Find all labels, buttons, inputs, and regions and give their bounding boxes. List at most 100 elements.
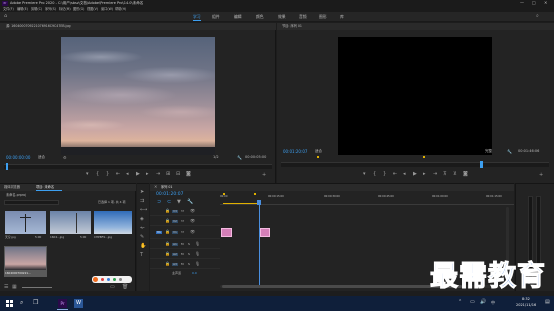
timeline-timecode[interactable]: 00:01:20:07 <box>156 192 183 198</box>
clock-date[interactable]: 2021/11/16 <box>516 303 536 308</box>
pen-icon[interactable]: ✎ <box>140 235 144 240</box>
play-icon[interactable]: ▶ <box>136 172 140 177</box>
ime-lang[interactable]: 中 <box>491 301 495 305</box>
source-patch-label[interactable]: V1 <box>156 231 162 234</box>
type-icon[interactable]: T <box>140 253 143 258</box>
lock-icon[interactable]: 🔒 <box>165 209 170 213</box>
hand-icon[interactable]: ✋ <box>140 244 146 249</box>
ripple-edit-icon[interactable]: ⟷ <box>140 208 147 213</box>
program-mark-out-icon[interactable]: { <box>373 172 376 177</box>
menu-help[interactable]: 帮助(H) <box>115 7 126 11</box>
mute-button[interactable]: M <box>181 263 184 266</box>
project-item-4-selected[interactable]: 1604000709221... <box>4 246 47 277</box>
project-search-input[interactable] <box>4 200 59 205</box>
workspace-tab-graphics[interactable]: 图形 <box>319 15 327 19</box>
minimize-button[interactable]: — <box>520 1 524 5</box>
linked-icon[interactable]: ⊂ <box>167 200 171 205</box>
go-to-out-icon[interactable]: ⇥ <box>156 172 160 177</box>
clip-v1-1[interactable] <box>221 228 232 237</box>
timeline-wrench-icon[interactable]: 🔧 <box>187 200 193 205</box>
program-camera-icon[interactable]: ◙ <box>463 172 468 177</box>
sync-icon[interactable]: ⇔ <box>181 219 184 223</box>
lock-icon[interactable]: 🔒 <box>165 262 170 266</box>
ime-toolbar[interactable] <box>92 276 132 283</box>
program-add-button-icon[interactable]: + <box>539 173 543 178</box>
overwrite-icon[interactable]: ⊟ <box>176 172 180 177</box>
eye-icon[interactable]: 👁 <box>190 209 195 213</box>
mute-button[interactable]: M <box>181 243 184 246</box>
solo-button[interactable]: S <box>188 263 190 266</box>
program-playhead[interactable] <box>480 161 483 168</box>
icon-view-icon[interactable]: ▦ <box>12 285 17 290</box>
source-add-button-icon[interactable]: + <box>262 173 266 178</box>
step-back-icon[interactable]: ⇤ <box>116 172 120 177</box>
lock-icon[interactable]: 🔒 <box>165 230 170 234</box>
program-step-back-icon[interactable]: ⇤ <box>393 172 397 177</box>
track-label[interactable]: V2 <box>172 220 178 223</box>
lock-icon[interactable]: 🔒 <box>165 252 170 256</box>
source-scrub-bar[interactable] <box>4 164 272 169</box>
project-item-2[interactable]: 1604...jpg 5:00 <box>50 211 91 241</box>
source-fit-select[interactable]: 适合 <box>38 155 45 160</box>
source-timecode[interactable]: 00:00:00:00 <box>6 156 30 160</box>
lift-icon[interactable]: ⊼ <box>443 172 447 177</box>
razor-icon[interactable]: ◈ <box>140 217 144 222</box>
search-taskbar-icon[interactable]: ⌕ <box>20 300 23 306</box>
solo-button[interactable]: S <box>188 253 190 256</box>
mic-icon[interactable]: 🎙 <box>195 262 200 266</box>
track-label[interactable]: A1 <box>172 243 178 246</box>
workspace-tab-assembly[interactable]: 组件 <box>212 15 220 19</box>
settings-icon[interactable]: ⚙ <box>63 156 67 160</box>
list-view-icon[interactable]: ☰ <box>4 285 8 290</box>
track-select-icon[interactable]: ⇉ <box>140 199 144 204</box>
program-title[interactable]: 节目: 序列 01 <box>282 24 302 28</box>
search-icon[interactable]: ⌕ <box>536 14 539 19</box>
sync-icon[interactable]: ⇔ <box>181 230 184 234</box>
project-item-1[interactable]: 天空.jpg 5:00 <box>5 211 46 241</box>
workspace-tab-learn[interactable]: 学习 <box>193 15 201 19</box>
go-to-in-icon[interactable]: } <box>106 172 109 177</box>
mark-in-icon[interactable]: ▾ <box>86 172 89 177</box>
workspace-tab-effects[interactable]: 效果 <box>278 15 286 19</box>
menu-graphics[interactable]: 图形(G) <box>73 7 84 11</box>
slip-icon[interactable]: ⟛ <box>140 226 145 231</box>
track-label[interactable]: V1 <box>172 231 178 234</box>
mic-icon[interactable]: 🎙 <box>195 242 200 246</box>
sequence-tab[interactable]: 序列 01 <box>161 185 172 189</box>
insert-icon[interactable]: ⊞ <box>166 172 170 177</box>
work-area-bar[interactable] <box>223 203 258 204</box>
clock-time[interactable]: 8:32 <box>522 297 530 302</box>
mute-button[interactable]: M <box>181 253 184 256</box>
track-label[interactable]: A3 <box>172 263 178 266</box>
program-play-icon[interactable]: ▶ <box>413 172 417 177</box>
clip-v1-2[interactable] <box>260 228 270 237</box>
step-forward-icon[interactable]: ▸ <box>146 172 149 177</box>
mic-icon[interactable]: 🎙 <box>195 252 200 256</box>
source-playhead[interactable] <box>6 163 8 170</box>
play-back-icon[interactable]: ◂ <box>126 172 129 177</box>
trash-icon[interactable]: 🗑 <box>122 285 128 290</box>
track-label[interactable]: A2 <box>172 253 178 256</box>
program-go-in-icon[interactable]: } <box>383 172 386 177</box>
notification-icon[interactable]: ▤ <box>545 300 550 305</box>
program-wrench-icon[interactable]: 🔧 <box>507 150 512 154</box>
close-button[interactable]: ✕ <box>544 1 547 5</box>
program-go-out-icon[interactable]: ⇥ <box>433 172 437 177</box>
sync-icon[interactable]: ⇔ <box>181 209 184 213</box>
menu-window[interactable]: 窗口(W) <box>101 7 113 11</box>
menu-view[interactable]: 视图(V) <box>87 7 98 11</box>
camera-icon[interactable]: ◙ <box>186 172 191 177</box>
premiere-taskbar-icon[interactable]: Pr <box>58 299 67 308</box>
menu-edit[interactable]: 编辑(E) <box>17 7 28 11</box>
marker-icon[interactable]: ▼ <box>177 200 181 205</box>
eye-icon[interactable]: 👁 <box>190 230 195 234</box>
menu-clip[interactable]: 剪辑(C) <box>31 7 42 11</box>
word-taskbar-icon[interactable]: W <box>74 299 83 308</box>
tab-media-browser[interactable]: 媒体浏览器 <box>4 185 20 189</box>
mark-out-icon[interactable]: { <box>96 172 99 177</box>
lock-icon[interactable]: 🔒 <box>165 242 170 246</box>
master-value[interactable]: 0.0 <box>192 272 197 275</box>
menu-marker[interactable]: 标记(M) <box>59 7 71 11</box>
timeline-ruler[interactable]: 00:00 00:00:15:00 00:00:30:00 00:00:45:0… <box>220 193 514 205</box>
workspace-tab-audio[interactable]: 音频 <box>299 15 307 19</box>
